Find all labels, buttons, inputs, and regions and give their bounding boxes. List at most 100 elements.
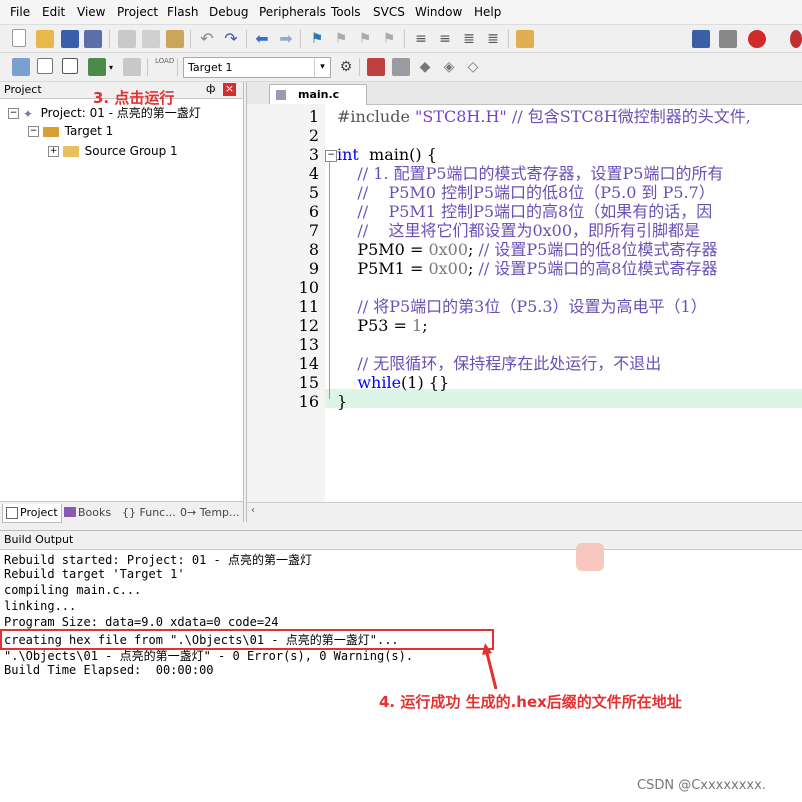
- source-code: #include "STC8H.H" // 包含STC8H微控制器的头文件, in…: [247, 82, 802, 502]
- clear-bookmarks-icon[interactable]: ⚑: [380, 30, 398, 48]
- build-output-title: Build Output: [4, 533, 74, 546]
- save-icon[interactable]: [61, 30, 79, 48]
- collapse-icon[interactable]: −: [8, 108, 19, 119]
- pack-installer-icon[interactable]: ◈: [440, 58, 458, 76]
- code-line[interactable]: P53 = 1;: [337, 316, 427, 335]
- undo-icon[interactable]: ↶: [198, 30, 216, 48]
- code-token: "STC8H.H": [415, 107, 507, 126]
- menu-edit[interactable]: Edit: [42, 5, 65, 19]
- redo-icon[interactable]: ↷: [222, 30, 240, 48]
- save-all-icon[interactable]: [84, 30, 102, 48]
- code-token: // 无限循环，保持程序在此处运行，不退出: [337, 354, 662, 373]
- tab-functions[interactable]: {} Func...: [122, 504, 178, 522]
- file-extensions-icon[interactable]: [392, 58, 410, 76]
- source-group-label: Source Group 1: [84, 144, 178, 158]
- code-token: }: [337, 392, 348, 411]
- code-token: P5M1 =: [337, 259, 429, 278]
- new-file-icon[interactable]: [12, 29, 26, 47]
- code-token: (1) {}: [401, 373, 450, 392]
- tree-item-target[interactable]: − Target 1: [28, 124, 113, 138]
- menu-window[interactable]: Window: [415, 5, 462, 19]
- menu-help[interactable]: Help: [474, 5, 501, 19]
- chevron-down-icon[interactable]: ▾: [109, 63, 113, 72]
- incremental-find-icon[interactable]: [719, 30, 737, 48]
- forward-icon[interactable]: ➡: [277, 30, 295, 48]
- menu-file[interactable]: File: [10, 5, 30, 19]
- output-line: Build Time Elapsed: 00:00:00: [4, 663, 214, 677]
- target-options-icon[interactable]: ⚙: [337, 58, 355, 76]
- menu-flash[interactable]: Flash: [167, 5, 198, 19]
- manage-components-icon[interactable]: [367, 58, 385, 76]
- code-line[interactable]: // 1. 配置P5端口的模式寄存器，设置P5端口的所有: [337, 164, 723, 183]
- separator: [147, 58, 148, 76]
- build-output-panel: Build Output Rebuild started: Project: 0…: [0, 530, 802, 802]
- find-in-files-icon[interactable]: [516, 30, 534, 48]
- build-icon[interactable]: [37, 58, 53, 74]
- back-icon[interactable]: ⬅: [253, 30, 271, 48]
- find-icon[interactable]: [692, 30, 710, 48]
- rte-icon[interactable]: ◇: [464, 58, 482, 76]
- code-line[interactable]: // P5M0 控制P5端口的低8位（P5.0 到 P5.7）: [337, 183, 714, 202]
- select-packs-icon[interactable]: ◆: [416, 58, 434, 76]
- chevron-down-icon[interactable]: ▾: [314, 58, 330, 77]
- indent-icon[interactable]: ≡: [412, 30, 430, 48]
- code-line[interactable]: // 将P5端口的第3位（P5.3）设置为高电平（1）: [337, 297, 706, 316]
- arrow-icon: [482, 643, 498, 690]
- copy-icon[interactable]: [142, 30, 160, 48]
- stop-build-icon[interactable]: [123, 58, 141, 76]
- scroll-left-icon[interactable]: ‹: [251, 505, 255, 516]
- code-line[interactable]: while(1) {}: [337, 373, 449, 392]
- build-output-header: Build Output: [0, 531, 802, 550]
- build-toolbar: ▾ LOAD Target 1 ▾ ⚙ ◆ ◈ ◇: [0, 53, 802, 132]
- code-token: main(): [358, 145, 427, 164]
- tab-books[interactable]: Books: [64, 504, 116, 522]
- code-line[interactable]: P5M0 = 0x00; // 设置P5端口的低8位模式寄存器: [337, 240, 717, 259]
- tab-templates[interactable]: 0→ Temp...: [180, 504, 240, 522]
- books-icon: [64, 507, 76, 517]
- code-line[interactable]: P5M1 = 0x00; // 设置P5端口的高8位模式寄存器: [337, 259, 717, 278]
- uncomment-icon[interactable]: ≣: [484, 30, 502, 48]
- edit-badge-icon: [576, 543, 604, 571]
- code-token: // 这里将它们都设置为0x00，即所有引脚都是: [337, 221, 701, 240]
- menu-tools[interactable]: Tools: [331, 5, 361, 19]
- code-token: #include: [337, 107, 416, 126]
- code-line[interactable]: }: [337, 392, 347, 411]
- code-line[interactable]: #include "STC8H.H" // 包含STC8H微控制器的头文件,: [337, 107, 751, 126]
- rebuild-icon[interactable]: [62, 58, 78, 74]
- expand-icon[interactable]: +: [48, 146, 59, 157]
- menu-peripherals[interactable]: Peripherals: [259, 5, 326, 19]
- collapse-icon[interactable]: −: [28, 126, 39, 137]
- translate-icon[interactable]: [12, 58, 30, 76]
- code-token: // 设置P5端口的低8位模式寄存器: [473, 240, 718, 259]
- cut-icon[interactable]: [118, 30, 136, 48]
- debug-session-icon[interactable]: [748, 30, 766, 48]
- bookmark-icon[interactable]: ⚑: [308, 30, 326, 48]
- menu-debug[interactable]: Debug: [209, 5, 248, 19]
- batch-build-icon[interactable]: [88, 58, 106, 76]
- tree-item-source-group[interactable]: + Source Group 1: [48, 144, 178, 158]
- menu-svcs[interactable]: SVCS: [373, 5, 405, 19]
- code-line[interactable]: // P5M1 控制P5端口的高8位（如果有的话，因: [337, 202, 712, 221]
- download-icon[interactable]: LOAD: [155, 57, 174, 75]
- code-line[interactable]: // 无限循环，保持程序在此处运行，不退出: [337, 354, 661, 373]
- code-line[interactable]: // 这里将它们都设置为0x00，即所有引脚都是: [337, 221, 700, 240]
- menu-view[interactable]: View: [77, 5, 105, 19]
- tab-project[interactable]: Project: [2, 504, 62, 523]
- target-select[interactable]: Target 1 ▾: [183, 57, 331, 78]
- pin-icon[interactable]: ф: [206, 82, 215, 95]
- comment-icon[interactable]: ≣: [460, 30, 478, 48]
- breakpoint-icon[interactable]: [790, 30, 802, 48]
- unindent-icon[interactable]: ≡: [436, 30, 454, 48]
- menu-project[interactable]: Project: [117, 5, 158, 19]
- next-bookmark-icon[interactable]: ⚑: [356, 30, 374, 48]
- target-label: Target 1: [64, 124, 114, 138]
- open-folder-icon[interactable]: [36, 30, 54, 48]
- project-icon: ✦: [22, 106, 33, 121]
- code-line[interactable]: int main() {: [337, 145, 437, 164]
- prev-bookmark-icon[interactable]: ⚑: [332, 30, 350, 48]
- paste-icon[interactable]: [166, 30, 184, 48]
- close-icon[interactable]: ×: [223, 83, 236, 96]
- code-editor[interactable]: main.c 1 2 3 4 5 6 7 8 9 10 11 12 13 14 …: [246, 82, 802, 523]
- horizontal-scrollbar[interactable]: ‹: [247, 502, 802, 523]
- code-token: 0x00: [428, 259, 468, 278]
